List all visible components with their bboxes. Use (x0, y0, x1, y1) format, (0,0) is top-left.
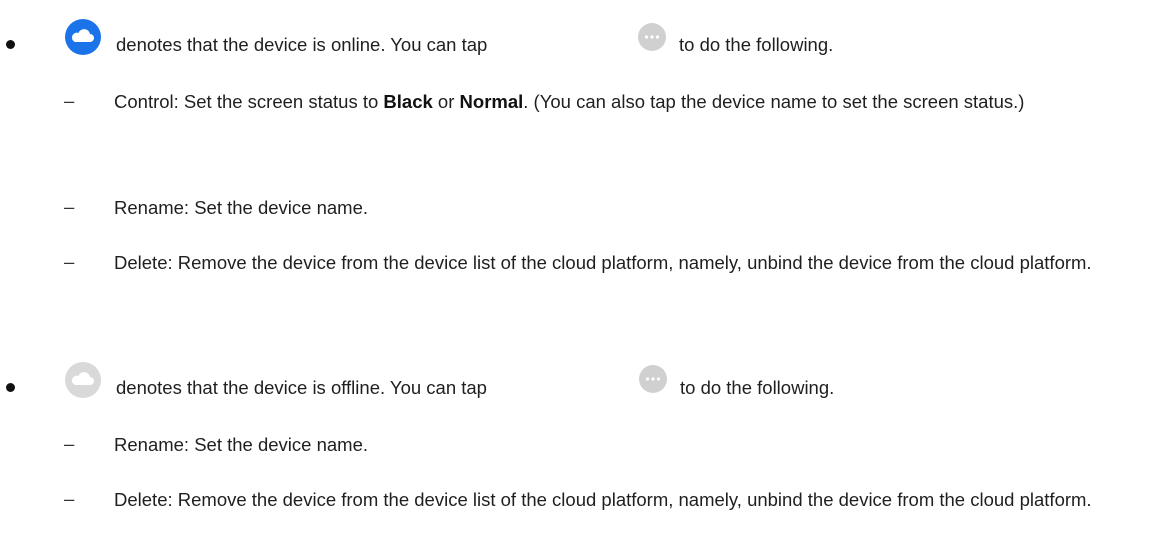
more-ellipsis-icon[interactable] (637, 22, 667, 52)
bullet-online (6, 40, 15, 49)
offline-text-a: denotes that the device is offline. You … (116, 377, 487, 398)
offline-rename-item: Rename: Set the device name. (114, 434, 369, 455)
control-text-3: . (You can also tap the device name to s… (523, 91, 1025, 112)
online-text-b: to do the following. (679, 34, 834, 55)
bullet-offline (6, 383, 15, 392)
online-rename-item: Rename: Set the device name. (114, 197, 369, 218)
online-text-a: denotes that the device is online. You c… (116, 34, 488, 55)
more-ellipsis-icon[interactable] (638, 364, 668, 394)
cloud-offline-icon (65, 362, 101, 398)
online-control-item: Control: Set the screen status to Black … (114, 85, 1154, 119)
offline-text-b: to do the following. (680, 377, 835, 398)
online-delete-item: Delete: Remove the device from the devic… (114, 252, 1092, 273)
black-keyword: Black (383, 91, 433, 112)
online-status-text: denotes that the device is online. You c… (116, 33, 487, 57)
dash: – (64, 251, 75, 272)
control-text-1: Control: Set the screen status to (114, 91, 384, 112)
dash: – (64, 488, 75, 509)
dash: – (64, 196, 75, 217)
dash: – (64, 433, 75, 454)
dash: – (64, 90, 75, 111)
cloud-online-icon (65, 19, 101, 55)
offline-status-text: denotes that the device is offline. You … (116, 376, 487, 400)
control-text-2: or (432, 91, 460, 112)
offline-delete-item: Delete: Remove the device from the devic… (114, 489, 1092, 510)
normal-keyword: Normal (459, 91, 524, 112)
